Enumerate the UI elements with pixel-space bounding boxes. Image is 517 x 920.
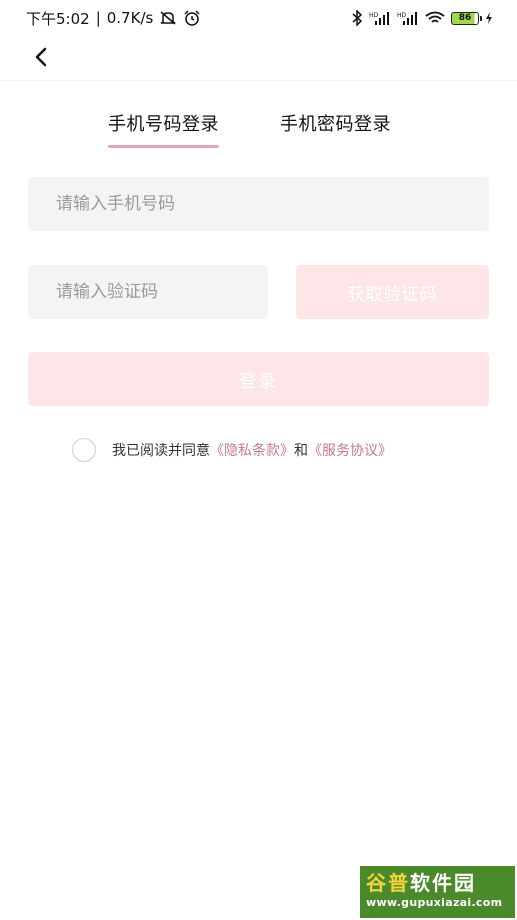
status-bar: 下午5:02 | 0.7K/s HD HD 86	[0, 0, 517, 36]
login-tabs: 手机号码登录 手机密码登录	[0, 108, 517, 148]
nav-bar	[0, 36, 517, 81]
privacy-policy-link[interactable]: 《隐私条款》	[210, 440, 294, 460]
agreement-row: 我已阅读并同意 《隐私条款》 和 《服务协议》	[72, 437, 392, 463]
verification-code-input[interactable]	[28, 265, 268, 319]
watermark-url: www.gupuxiazai.com	[366, 896, 503, 909]
signal-hd-icon: HD	[397, 11, 419, 25]
svg-text:HD: HD	[397, 12, 407, 19]
battery-icon: 86	[451, 11, 482, 25]
site-watermark: 谷普软件园 www.gupuxiazai.com	[360, 866, 515, 918]
status-left: 下午5:02 | 0.7K/s	[26, 8, 201, 29]
tab-phone-code-login[interactable]: 手机号码登录	[108, 108, 219, 148]
tab-label: 手机密码登录	[280, 114, 391, 135]
phone-input[interactable]	[28, 177, 489, 231]
battery-level: 86	[458, 13, 472, 23]
tab-phone-password-login[interactable]: 手机密码登录	[280, 108, 391, 148]
active-tab-indicator	[108, 145, 219, 148]
status-network-speed: 0.7K/s	[106, 9, 154, 27]
agreement-checkbox[interactable]	[72, 438, 96, 462]
login-button[interactable]: 登录	[28, 352, 489, 406]
status-right: HD HD 86	[351, 10, 493, 26]
watermark-title-part1: 谷普	[366, 871, 410, 895]
charging-icon	[485, 12, 493, 24]
back-button[interactable]	[26, 42, 56, 72]
status-time: 下午5:02	[26, 9, 90, 28]
agreement-and: 和	[294, 443, 308, 459]
alarm-icon	[183, 10, 201, 26]
mute-icon	[159, 10, 177, 26]
watermark-title-part2: 软件园	[410, 871, 476, 895]
service-agreement-link[interactable]: 《服务协议》	[308, 440, 392, 460]
get-code-button[interactable]: 获取验证码	[296, 265, 489, 319]
status-separator: |	[95, 9, 101, 27]
tab-label: 手机号码登录	[108, 114, 219, 135]
chevron-left-icon	[35, 47, 47, 67]
wifi-icon	[425, 11, 445, 25]
signal-hd-icon: HD	[369, 11, 391, 25]
svg-text:HD: HD	[369, 12, 379, 19]
agreement-text: 我已阅读并同意	[112, 443, 210, 459]
watermark-title: 谷普软件园	[366, 870, 509, 896]
bluetooth-icon	[351, 10, 363, 26]
